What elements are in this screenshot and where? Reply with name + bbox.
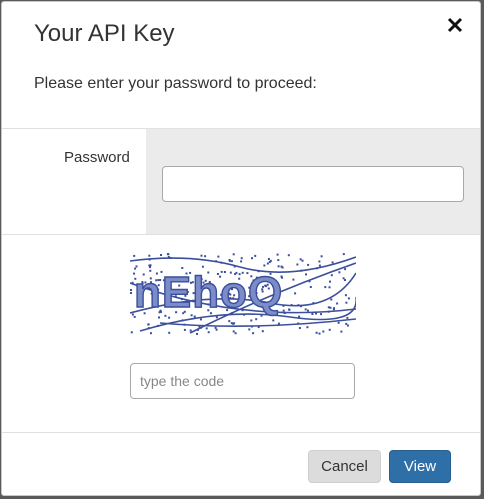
password-row: Password [2, 128, 480, 235]
dialog-title: Your API Key [34, 20, 175, 47]
api-key-dialog: Your API Key Please enter your password … [1, 1, 481, 496]
password-input[interactable] [162, 166, 464, 202]
password-prompt: Please enter your password to proceed: [34, 75, 317, 92]
close-icon [447, 17, 463, 33]
close-button[interactable] [444, 14, 466, 36]
password-label: Password [64, 149, 130, 166]
dialog-footer: Cancel View [2, 432, 480, 495]
password-field-area [146, 129, 480, 234]
view-button[interactable]: View [389, 450, 451, 483]
captcha-code-input[interactable] [130, 363, 355, 399]
captcha-image: nEhoQ [130, 253, 356, 335]
captcha-text: nEhoQ [134, 268, 283, 317]
dialog-header: Your API Key [2, 2, 480, 64]
cancel-button[interactable]: Cancel [308, 450, 381, 483]
